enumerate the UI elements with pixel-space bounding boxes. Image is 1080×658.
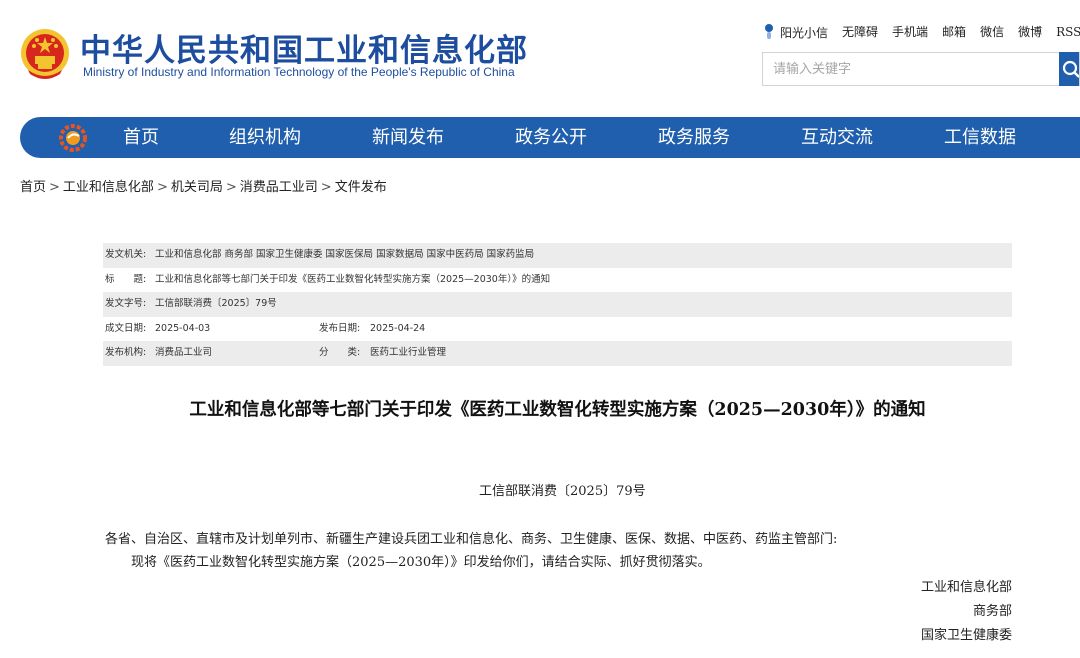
nav-organization[interactable]: 组织机构 <box>229 117 301 158</box>
meta-label: 发布机构: <box>105 347 147 358</box>
signature-line: 国家卫生健康委 <box>920 628 1012 643</box>
nav-gov-services[interactable]: 政务服务 <box>658 117 730 158</box>
national-emblem-icon <box>20 26 70 82</box>
breadcrumb-departments[interactable]: 机关司局 <box>171 180 223 195</box>
breadcrumb: 首页 > 工业和信息化部 > 机关司局 > 消费品工业司 > 文件发布 <box>20 176 387 195</box>
toplink-sunshine-label: 阳光小信 <box>780 25 829 40</box>
breadcrumb-consumer-goods[interactable]: 消费品工业司 <box>240 180 318 195</box>
sunshine-mascot-icon <box>765 24 773 39</box>
meta-row-title: 标 题: 工业和信息化部等七部门关于印发《医药工业数智化转型实施方案（2025—… <box>103 268 1012 293</box>
meta-label: 发布日期: <box>319 322 361 334</box>
meta-written-date: 2025-04-03 <box>155 322 211 334</box>
toplink-weibo[interactable]: 微博 <box>1018 23 1042 41</box>
breadcrumb-miit[interactable]: 工业和信息化部 <box>63 180 154 195</box>
breadcrumb-file-release[interactable]: 文件发布 <box>335 180 387 195</box>
toplink-mobile[interactable]: 手机端 <box>892 23 928 41</box>
signature-line: 商务部 <box>972 604 1012 619</box>
meta-label: 发文字号: <box>105 298 147 309</box>
meta-row-agency: 发布机构: 消费品工业司 分 类: 医药工业行业管理 <box>103 341 1012 366</box>
meta-docno: 工信部联消费〔2025〕79号 <box>155 298 277 309</box>
meta-title: 工业和信息化部等七部门关于印发《医药工业数智化转型实施方案（2025—2030年… <box>155 273 551 285</box>
breadcrumb-separator: > <box>225 180 237 195</box>
meta-agency: 消费品工业司 <box>155 347 213 358</box>
nav-home[interactable]: 首页 <box>123 117 159 158</box>
meta-category: 医药工业行业管理 <box>370 347 447 358</box>
main-nav: 首页 组织机构 新闻发布 政务公开 政务服务 互动交流 工信数据 <box>20 117 1080 158</box>
miit-logo-icon[interactable] <box>58 123 88 153</box>
nav-gov-affairs[interactable]: 政务公开 <box>515 117 587 158</box>
meta-row-docno: 发文字号: 工信部联消费〔2025〕79号 <box>103 292 1012 317</box>
meta-issuer: 工业和信息化部 商务部 国家卫生健康委 国家医保局 国家数据局 国家中医药局 国… <box>155 249 535 260</box>
document-metadata-table: 发文机关: 工业和信息化部 商务部 国家卫生健康委 国家医保局 国家数据局 国家… <box>103 243 1012 366</box>
search-icon <box>1062 60 1079 78</box>
search-input[interactable] <box>763 53 1073 85</box>
meta-published-date: 2025-04-24 <box>370 322 426 334</box>
toplink-sunshine[interactable]: 阳光小信 <box>762 23 828 41</box>
meta-label: 成文日期: <box>105 322 147 334</box>
meta-row-issuer: 发文机关: 工业和信息化部 商务部 国家卫生健康委 国家医保局 国家数据局 国家… <box>103 243 1012 268</box>
toplink-mail[interactable]: 邮箱 <box>942 23 966 41</box>
site-title[interactable]: 中华人民共和国工业和信息化部 <box>80 25 528 70</box>
breadcrumb-separator: > <box>156 180 168 195</box>
meta-label: 标 题: <box>105 273 147 285</box>
nav-news[interactable]: 新闻发布 <box>372 117 444 158</box>
breadcrumb-separator: > <box>49 180 60 195</box>
site-subtitle: Ministry of Industry and Information Tec… <box>83 65 515 79</box>
breadcrumb-home[interactable]: 首页 <box>20 180 46 195</box>
document-paragraph: 现将《医药工业数智化转型实施方案（2025—2030年）》印发给你们，请结合实际… <box>131 555 711 570</box>
toplink-wechat[interactable]: 微信 <box>980 23 1004 41</box>
signature-line: 工业和信息化部 <box>920 580 1012 595</box>
toplink-rss[interactable]: RSS订 <box>1056 23 1080 41</box>
search-box <box>762 52 1080 86</box>
document-recipients: 各省、自治区、直辖市及计划单列市、新疆生产建设兵团工业和信息化、商务、卫生健康、… <box>105 532 838 547</box>
search-button[interactable] <box>1059 52 1079 86</box>
meta-row-dates: 成文日期: 2025-04-03 发布日期: 2025-04-24 <box>103 317 1012 342</box>
meta-label: 发文机关: <box>105 249 147 260</box>
nav-data[interactable]: 工信数据 <box>944 117 1016 158</box>
top-links: 阳光小信 无障碍 手机端 邮箱 微信 微博 RSS订 <box>762 23 1080 41</box>
nav-interaction[interactable]: 互动交流 <box>801 117 873 158</box>
document-title: 工业和信息化部等七部门关于印发《医药工业数智化转型实施方案（2025—2030年… <box>189 400 926 420</box>
breadcrumb-separator: > <box>320 180 332 195</box>
toplink-accessibility[interactable]: 无障碍 <box>842 23 878 41</box>
meta-label: 分 类: <box>319 347 361 358</box>
document-number: 工信部联消费〔2025〕79号 <box>479 484 646 499</box>
